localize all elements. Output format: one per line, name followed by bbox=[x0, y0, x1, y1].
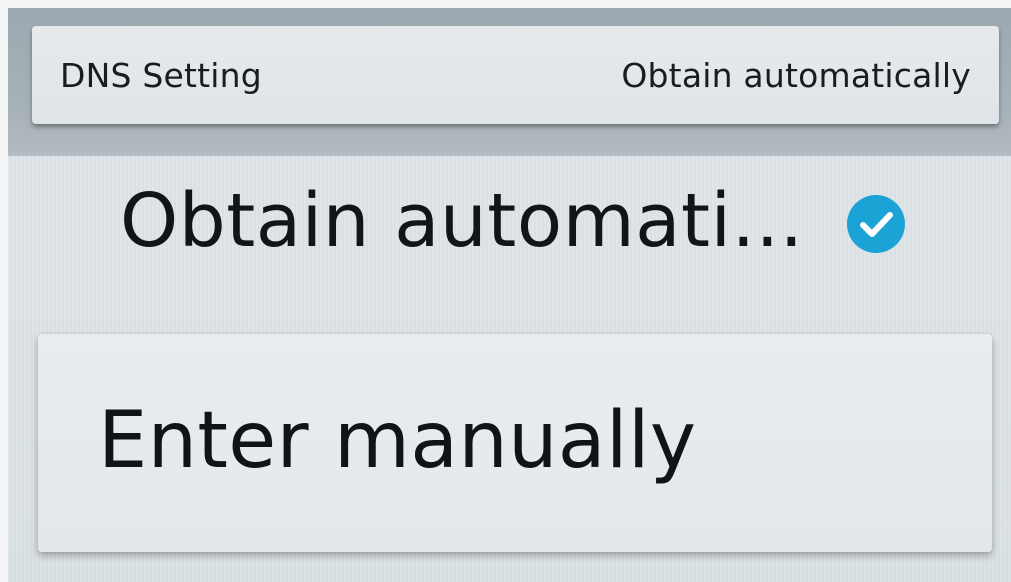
dns-options-list: Obtain automati... Enter manually bbox=[8, 156, 1011, 582]
dns-setting-row[interactable]: DNS Setting Obtain automatically bbox=[32, 26, 999, 124]
checkmark-circle-icon bbox=[847, 195, 905, 253]
option-enter-manually-label: Enter manually bbox=[98, 396, 697, 486]
dns-setting-title: DNS Setting bbox=[60, 55, 262, 95]
dns-setting-current-value: Obtain automatically bbox=[621, 55, 971, 95]
tv-settings-screen: DNS Setting Obtain automatically Obtain … bbox=[8, 8, 1011, 582]
option-obtain-automatically-label: Obtain automati... bbox=[120, 178, 804, 264]
header-band: DNS Setting Obtain automatically bbox=[8, 8, 1011, 156]
option-obtain-automatically[interactable]: Obtain automati... bbox=[8, 156, 1011, 316]
option-enter-manually[interactable]: Enter manually bbox=[38, 334, 992, 552]
